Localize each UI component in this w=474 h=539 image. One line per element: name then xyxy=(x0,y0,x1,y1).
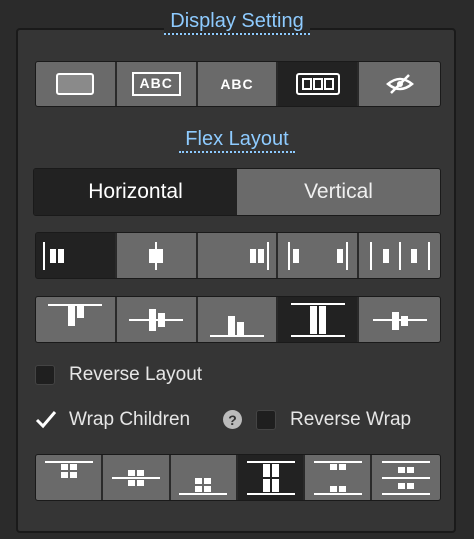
inline-block-icon: ABC xyxy=(131,72,181,96)
align-center-icon xyxy=(129,308,184,331)
align-start-icon xyxy=(48,303,103,326)
checkmark-icon xyxy=(35,411,57,429)
eye-slash-icon xyxy=(385,74,414,94)
wrap-align-stretch-button[interactable] xyxy=(237,455,306,500)
flex-layout-title: Flex Layout xyxy=(0,128,474,153)
direction-toggle: Horizontal Vertical xyxy=(33,168,441,216)
display-inline-button[interactable]: ABC xyxy=(197,62,279,106)
justify-space-between-icon xyxy=(287,241,348,270)
reverse-layout-checkbox[interactable] xyxy=(35,365,55,385)
reverse-wrap-checkbox[interactable] xyxy=(256,410,276,430)
flex-layout-label: Flex Layout xyxy=(179,128,295,153)
wrap-align-space-around-icon xyxy=(382,460,431,495)
justify-center-button[interactable] xyxy=(116,233,198,278)
align-options xyxy=(35,296,441,343)
wrap-children-checkbox[interactable] xyxy=(35,410,57,430)
wrap-children-label: Wrap Children xyxy=(69,409,191,430)
justify-options xyxy=(35,232,441,279)
wrap-align-space-around-button[interactable] xyxy=(372,455,440,500)
help-icon[interactable]: ? xyxy=(223,410,242,429)
wrap-align-space-between-button[interactable] xyxy=(305,455,373,500)
justify-end-icon xyxy=(249,241,269,270)
wrap-align-end-button[interactable] xyxy=(170,455,238,500)
wrap-align-start-icon xyxy=(44,460,93,478)
display-setting-title: Display Setting xyxy=(0,10,474,35)
justify-end-button[interactable] xyxy=(197,233,279,278)
display-inline-block-button[interactable]: ABC xyxy=(116,62,198,106)
wrap-align-options xyxy=(35,454,441,501)
wrap-align-space-between-icon xyxy=(313,460,362,495)
align-end-button[interactable] xyxy=(197,297,279,342)
display-options: ABC ABC xyxy=(35,61,441,107)
justify-space-around-button[interactable] xyxy=(359,233,440,278)
align-center-button[interactable] xyxy=(116,297,198,342)
justify-space-around-icon xyxy=(369,241,430,270)
justify-start-icon xyxy=(43,241,65,270)
justify-start-button[interactable] xyxy=(36,233,117,278)
display-none-button[interactable] xyxy=(359,62,440,106)
justify-space-between-button[interactable] xyxy=(278,233,360,278)
inline-icon: ABC xyxy=(220,76,254,92)
wrap-align-center-icon xyxy=(111,469,160,486)
align-end-icon xyxy=(209,315,264,337)
justify-center-icon xyxy=(149,241,164,270)
block-icon xyxy=(56,73,95,95)
align-stretch-button[interactable] xyxy=(278,297,360,342)
wrap-align-center-button[interactable] xyxy=(103,455,171,500)
display-setting-label: Display Setting xyxy=(164,10,310,35)
flex-icon xyxy=(295,73,340,95)
align-stretch-icon xyxy=(290,302,345,337)
align-baseline-icon xyxy=(372,311,427,330)
align-baseline-button[interactable] xyxy=(359,297,440,342)
display-block-button[interactable] xyxy=(36,62,117,106)
direction-horizontal-button[interactable]: Horizontal xyxy=(34,169,237,215)
wrap-align-stretch-icon xyxy=(246,460,295,495)
reverse-layout-label: Reverse Layout xyxy=(69,364,203,385)
display-flex-button[interactable] xyxy=(278,62,360,106)
wrap-align-start-button[interactable] xyxy=(36,455,104,500)
direction-vertical-button[interactable]: Vertical xyxy=(237,169,440,215)
wrap-align-end-icon xyxy=(179,477,228,495)
align-start-button[interactable] xyxy=(36,297,117,342)
reverse-wrap-label: Reverse Wrap xyxy=(290,409,412,430)
